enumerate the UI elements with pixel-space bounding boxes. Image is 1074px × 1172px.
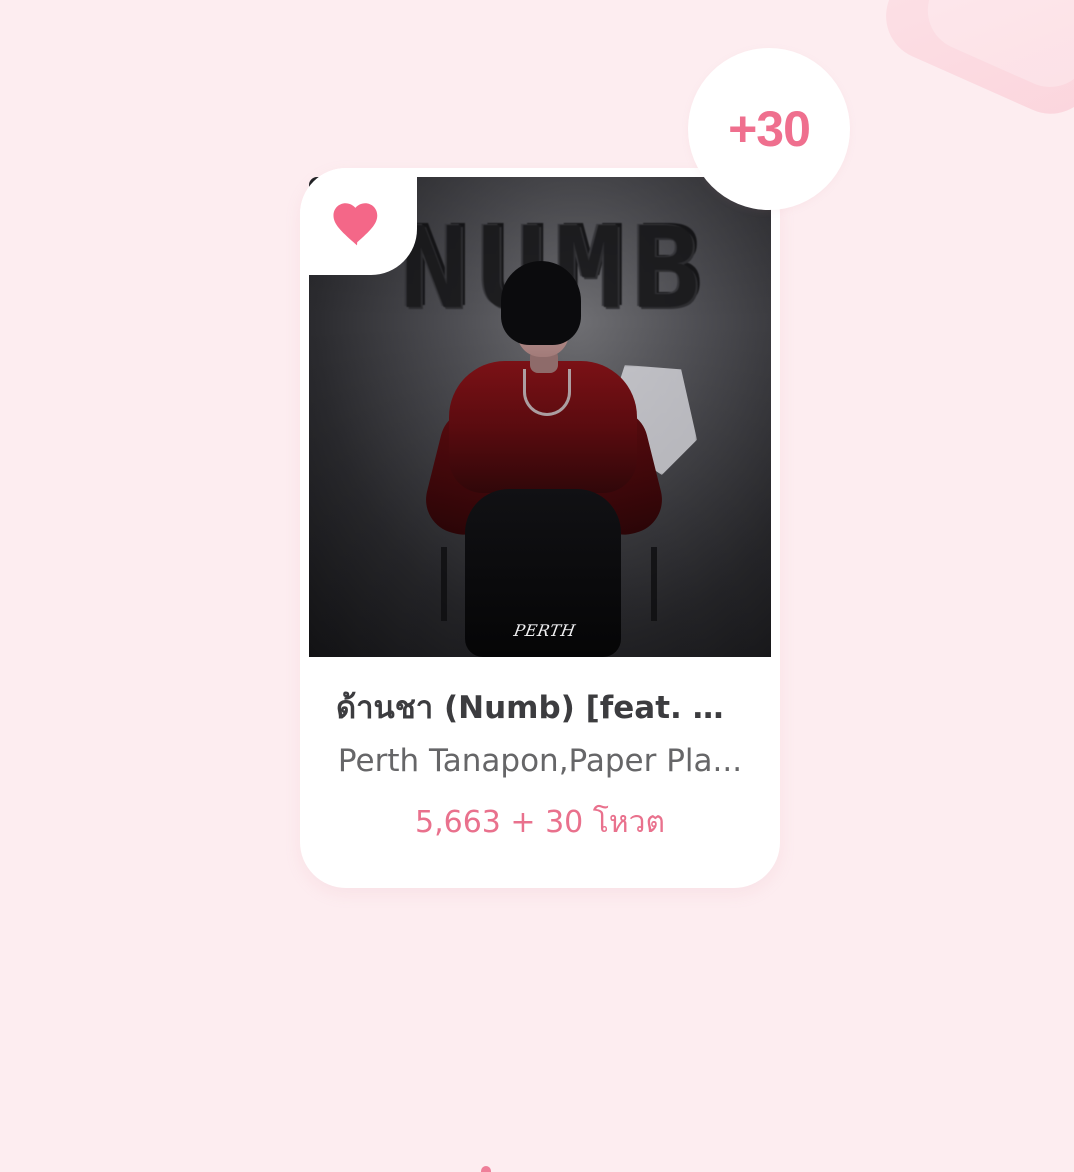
artist-name[interactable]: Perth Tanapon,Paper Pla...: [333, 740, 747, 782]
vote-count: 5,663 + 30 โหวต: [414, 805, 666, 840]
album-cover-logo: PERTH: [512, 621, 578, 640]
vote-bonus-badge: +30: [688, 48, 850, 210]
favorite-tab[interactable]: [300, 168, 417, 275]
vote-screen: +30 NUMB PERTH ด้: [0, 0, 1074, 1172]
song-info: ด้านชา (Numb) [feat. Pa... Perth Tanapon…: [300, 684, 780, 844]
song-title[interactable]: ด้านชา (Numb) [feat. Pa...: [336, 684, 744, 732]
artist-stool: [441, 547, 657, 621]
album-cover-artist-figure: [418, 261, 670, 657]
artist-chain-necklace: [523, 369, 571, 416]
bottom-indicator-dot: [481, 1166, 491, 1172]
song-card[interactable]: NUMB PERTH ด้านชา (Numb) [feat. Pa...: [300, 168, 780, 888]
artist-hair: [501, 261, 581, 345]
heart-icon[interactable]: [332, 202, 382, 247]
